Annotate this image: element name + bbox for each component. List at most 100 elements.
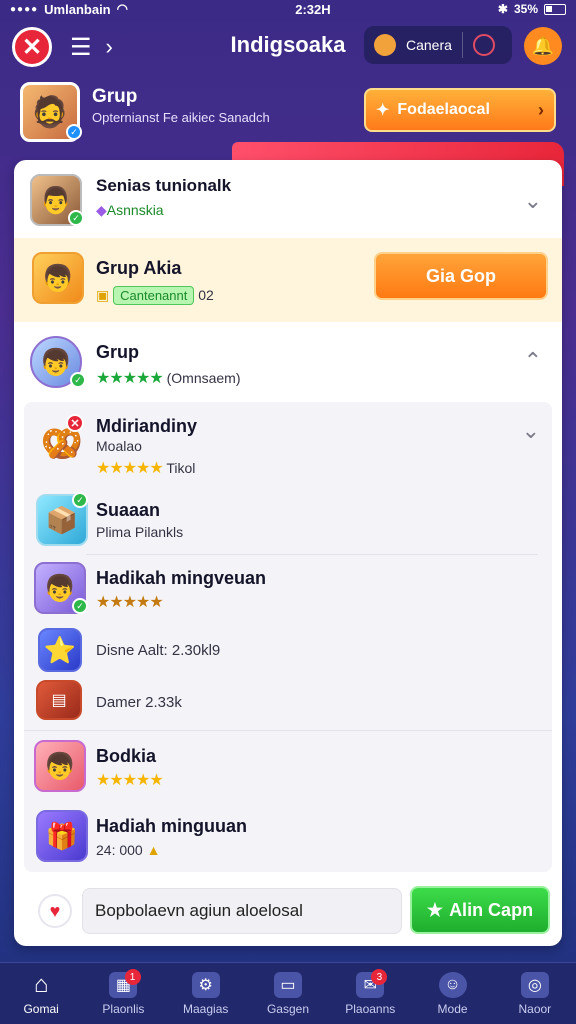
tab-chat[interactable]: ✉ 3 Plaoanns xyxy=(329,963,411,1024)
tab-label: Gomai xyxy=(23,1001,59,1016)
close-icon[interactable]: ✕ xyxy=(66,414,84,432)
divider xyxy=(86,554,538,555)
top-nav: ✕ ☰ › Indigsoaka Canera 🔔 xyxy=(0,18,576,76)
heart-icon[interactable]: ♥ xyxy=(38,894,72,928)
check-icon: ✓ xyxy=(72,598,88,614)
row-subtitle-text: Asnnskia xyxy=(106,202,164,218)
list-item[interactable]: ▤ Damer 2.33k xyxy=(24,676,552,728)
home-icon: ⌂ xyxy=(33,970,49,998)
list-item[interactable]: 👦 ✓ Grup ★★★★★ (Omnsaem) ⌃ xyxy=(14,326,562,402)
game-box-icon: ▤ xyxy=(36,680,82,720)
status-left: ●●●● Umlanbain ◠ xyxy=(10,1,128,17)
rating-stars: ★★★★★ xyxy=(96,772,164,789)
battery-icon xyxy=(544,3,566,15)
profile-name: Grup xyxy=(92,86,138,107)
comment-input[interactable]: Bopbolaevn agiun aloelosal xyxy=(82,888,402,934)
status-bar: ●●●● Umlanbain ◠ 2:32H ✱ 35% xyxy=(0,0,576,18)
chevron-right-icon[interactable]: › xyxy=(106,34,113,60)
divider xyxy=(24,730,552,731)
device-icon: ▭ xyxy=(273,971,302,998)
close-button[interactable]: ✕ xyxy=(12,27,52,67)
notification-badge: 3 xyxy=(371,969,388,985)
tab-label: Gasgen xyxy=(266,1001,309,1016)
avatar: 👦 xyxy=(32,252,84,304)
gift-icon: 🎁 xyxy=(36,810,88,862)
tab-mode[interactable]: ☺ Mode xyxy=(411,963,493,1024)
rating-stars: ★★★★★ xyxy=(96,594,164,611)
list-item[interactable]: 📦 ✓ Suaaan Plima Pilankls xyxy=(24,488,552,554)
chevron-down-icon[interactable]: ⌄ xyxy=(522,418,540,444)
row-subtitle: Moalao xyxy=(96,438,142,454)
tab-camera[interactable]: ◎ Naoor xyxy=(494,963,576,1024)
gem-icon: ◆ xyxy=(96,202,107,218)
list-item[interactable]: 👦 ✓ Hadikah mingveuan ★★★★★ xyxy=(24,556,552,622)
tab-label: Naoor xyxy=(518,1001,552,1016)
row-title: Senias tunionalk xyxy=(96,176,232,195)
comment-bar: ♥ Bopbolaevn agiun aloelosal ★ Alin Capn xyxy=(14,880,562,946)
row-meta: ★★★★★ xyxy=(96,770,164,790)
row-subtitle-text: 24: 000 xyxy=(96,842,143,858)
star-icon: ★ xyxy=(426,899,444,920)
chevron-up-icon[interactable]: ⌃ xyxy=(524,348,542,374)
menu-icon[interactable]: ☰ xyxy=(70,33,92,62)
row-title: Hadikah mingveuan xyxy=(96,568,267,588)
wifi-icon: ◠ xyxy=(116,1,128,16)
sparkle-icon: ✦ xyxy=(376,102,390,119)
divider xyxy=(461,32,463,58)
list-item[interactable]: ⭐ Disne Aalt: 2.30kl9 xyxy=(24,624,552,674)
route-icon[interactable] xyxy=(472,34,495,56)
chevron-right-icon: › xyxy=(538,99,544,120)
row-meta: ★★★★★ Tikol xyxy=(96,458,195,478)
row-extra: Tikol xyxy=(166,460,196,476)
bluetooth-icon: ✱ xyxy=(497,2,508,16)
list-item[interactable]: 👦 Bodkia ★★★★★ xyxy=(24,734,552,800)
row-title: Hadiah minguuan xyxy=(96,816,248,836)
status-right: ✱ 35% xyxy=(498,2,566,16)
monkey-icon xyxy=(374,34,396,56)
rating-stars: ★★★★★ xyxy=(96,370,164,387)
count-label: 02 xyxy=(198,287,214,303)
signal-icon: ●●●● xyxy=(10,3,39,15)
tab-bar: ⌂ Gomai ▦ 1 Plaonlis ⚙ Maagias ▭ Gasgen … xyxy=(0,962,576,1024)
row-subtitle: (Omnsaem) xyxy=(166,370,241,386)
profile-subtitle: Opternianst Fe aikiec Sanadch xyxy=(92,110,270,125)
row-title: Grup Akia xyxy=(96,258,182,278)
tab-settings[interactable]: ⚙ Maagias xyxy=(165,963,247,1024)
smile-icon: ☺ xyxy=(438,971,467,998)
gear-icon: ⚙ xyxy=(191,971,220,998)
check-icon: ✓ xyxy=(68,210,84,226)
row-subtitle: ◆Asnnskia xyxy=(96,202,164,219)
featured-action-label: Fodaelaocal xyxy=(397,101,490,118)
row-subtitle: Plima Pilankls xyxy=(96,524,184,540)
list-item[interactable]: 🎁 Hadiah minguuan 24: 000 ▲ xyxy=(24,804,552,868)
clock: 2:32H xyxy=(295,1,331,17)
verified-icon: ✓ xyxy=(66,124,82,140)
submit-label: Alin Capn xyxy=(449,899,534,920)
go-button[interactable]: Gia Gop xyxy=(374,252,548,300)
notification-button[interactable]: 🔔 xyxy=(524,27,562,65)
list-item[interactable]: 🥨 ✕ Mdiriandiny Moalao ★★★★★ Tikol ⌄ xyxy=(24,408,552,488)
tab-home[interactable]: ⌂ Gomai xyxy=(0,963,82,1024)
notification-badge: 1 xyxy=(124,969,141,985)
row-meta: ★★★★★ xyxy=(96,592,164,612)
tab-label: Mode xyxy=(437,1001,468,1016)
list-item[interactable]: 👨 ✓ Senias tunionalk ◆Asnnskia ⌄ xyxy=(14,160,562,238)
avatar: 👦 xyxy=(34,740,86,792)
star-icon: ⭐ xyxy=(38,628,82,672)
tab-cards[interactable]: ▦ 1 Plaonlis xyxy=(82,963,164,1024)
tab-label: Maagias xyxy=(183,1001,229,1016)
tab-device[interactable]: ▭ Gasgen xyxy=(247,963,329,1024)
sublist: 🥨 ✕ Mdiriandiny Moalao ★★★★★ Tikol ⌄ 📦 ✓… xyxy=(24,402,552,872)
chevron-down-icon[interactable]: ⌄ xyxy=(524,188,542,214)
check-icon: ✓ xyxy=(72,492,88,508)
row-title: Suaaan xyxy=(96,500,161,520)
submit-button[interactable]: ★ Alin Capn xyxy=(410,886,550,934)
camera-pill[interactable]: Canera xyxy=(364,26,512,64)
featured-action-button[interactable]: ✦ Fodaelaocal › xyxy=(364,88,556,132)
row-meta: ▣ Cantenannt 02 xyxy=(96,286,214,305)
row-title: Bodkia xyxy=(96,746,157,766)
group-list-card: 👨 ✓ Senias tunionalk ◆Asnnskia ⌄ 👦 Grup … xyxy=(14,160,562,946)
profile-header: 🧔 ✓ Grup Opternianst Fe aikiec Sanadch ✦… xyxy=(20,82,560,146)
row-title: Grup xyxy=(96,342,139,362)
row-subtitle: 24: 000 ▲ xyxy=(96,842,160,858)
